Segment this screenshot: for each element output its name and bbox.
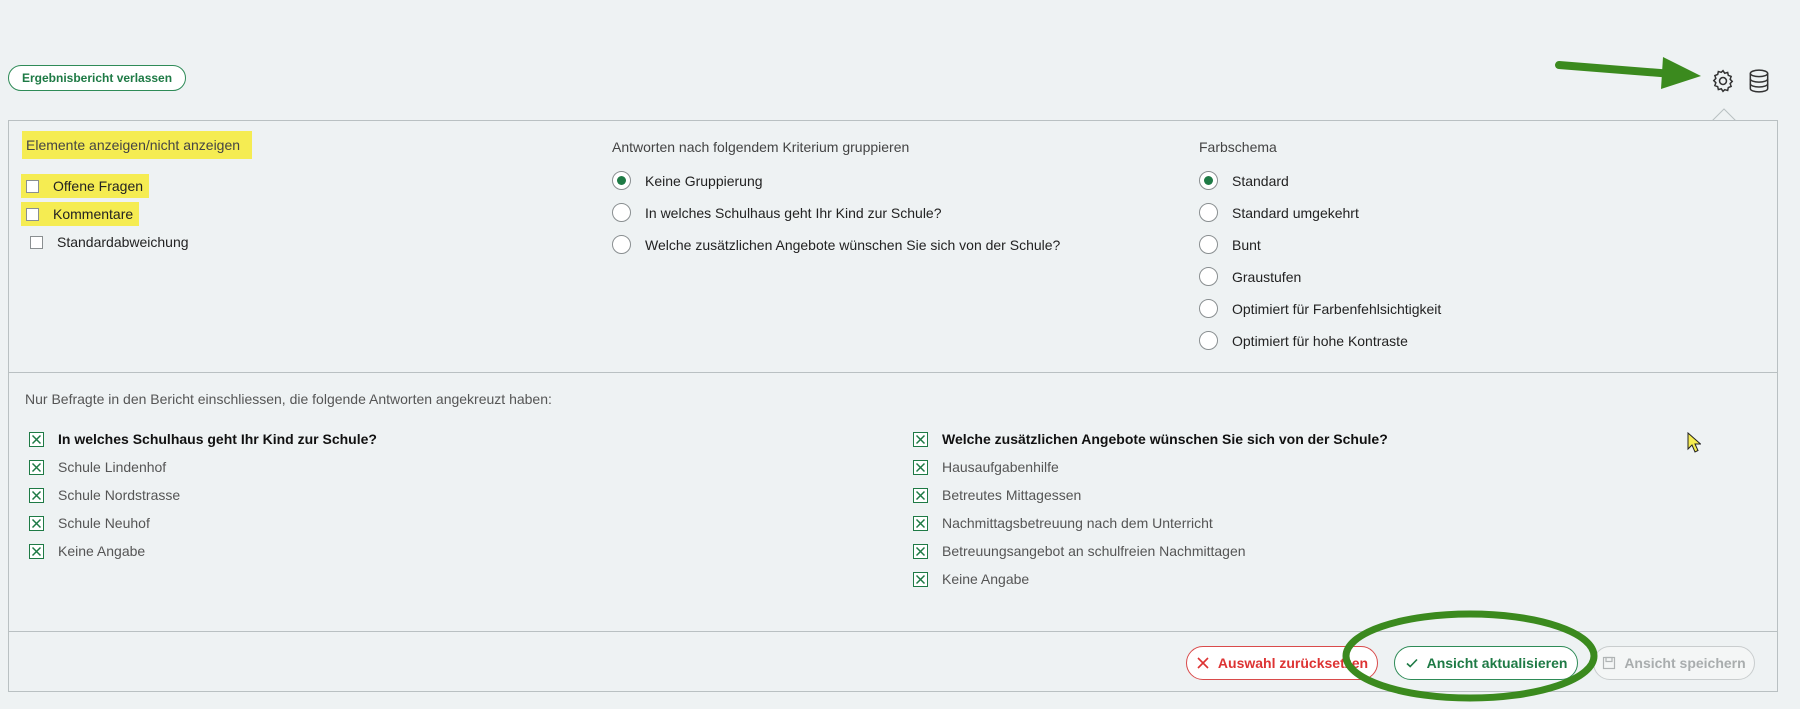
filter-answer-keine-angabe-2[interactable]: Keine Angabe <box>913 571 1029 587</box>
radio-standard[interactable]: Standard <box>1199 171 1289 190</box>
database-icon[interactable] <box>1746 68 1772 94</box>
checkbox-box[interactable] <box>30 235 43 249</box>
checkbox-kommentare[interactable]: Kommentare <box>21 202 140 226</box>
radio-button[interactable] <box>1199 331 1218 350</box>
checked-box-icon[interactable] <box>913 543 928 559</box>
radio-standard-umgekehrt[interactable]: Standard umgekehrt <box>1199 203 1359 222</box>
checkbox-box[interactable] <box>26 207 39 221</box>
radio-group-schulhaus[interactable]: In welches Schulhaus geht Ihr Kind zur S… <box>612 203 942 222</box>
radio-button[interactable] <box>1199 267 1218 286</box>
filter-answer-keine-angabe-1[interactable]: Keine Angabe <box>29 543 145 559</box>
colorscheme-title: Farbschema <box>1199 139 1277 155</box>
annotation-arrow <box>1555 57 1701 89</box>
radio-graustufen[interactable]: Graustufen <box>1199 267 1301 286</box>
checkbox-standardabweichung[interactable]: Standardabweichung <box>30 234 189 250</box>
radio-farbenfehlsichtigkeit[interactable]: Optimiert für Farbenfehlsichtigkeit <box>1199 299 1441 318</box>
radio-button[interactable] <box>1199 203 1218 222</box>
exit-report-button[interactable]: Ergebnisbericht verlassen <box>8 65 187 91</box>
elements-title: Elemente anzeigen/nicht anzeigen <box>22 131 253 159</box>
filter-question-angebote[interactable]: Welche zusätzlichen Angebote wünschen Si… <box>913 431 1388 447</box>
radio-button[interactable] <box>1199 299 1218 318</box>
checked-box-icon[interactable] <box>913 487 928 503</box>
save-view-button[interactable]: Ansicht speichern <box>1593 646 1755 680</box>
radio-hohe-kontraste[interactable]: Optimiert für hohe Kontraste <box>1199 331 1408 350</box>
radio-button[interactable] <box>612 203 631 222</box>
radio-button[interactable] <box>612 171 631 190</box>
filter-answer-hausaufgabenhilfe[interactable]: Hausaufgabenhilfe <box>913 459 1059 475</box>
radio-group-angebote[interactable]: Welche zusätzlichen Angebote wünschen Si… <box>612 235 1060 254</box>
close-icon <box>1197 657 1209 669</box>
respondent-filter-section: Nur Befragte in den Bericht einschliesse… <box>9 373 1777 632</box>
checked-box-icon[interactable] <box>29 543 44 559</box>
filter-answer-mittagessen[interactable]: Betreutes Mittagessen <box>913 487 1081 503</box>
filter-question-schulhaus[interactable]: In welches Schulhaus geht Ihr Kind zur S… <box>29 431 377 447</box>
checked-box-icon[interactable] <box>913 431 928 447</box>
view-settings-panel: Elemente anzeigen/nicht anzeigen Offene … <box>8 120 1778 692</box>
filter-answer-neuhof[interactable]: Schule Neuhof <box>29 515 150 531</box>
save-icon <box>1603 656 1616 670</box>
checkbox-offene-fragen[interactable]: Offene Fragen <box>21 174 150 198</box>
checked-box-icon[interactable] <box>913 571 928 587</box>
grouping-title: Antworten nach folgendem Kriterium grupp… <box>612 139 910 155</box>
checked-box-icon[interactable] <box>29 515 44 531</box>
annotation-ellipse <box>1342 610 1598 702</box>
filter-answer-lindenhof[interactable]: Schule Lindenhof <box>29 459 166 475</box>
radio-button[interactable] <box>1199 171 1218 190</box>
filter-title: Nur Befragte in den Bericht einschliesse… <box>25 391 552 407</box>
gear-icon[interactable] <box>1710 68 1736 94</box>
checked-box-icon[interactable] <box>913 515 928 531</box>
mouse-cursor-icon <box>1687 432 1701 453</box>
checked-box-icon[interactable] <box>29 431 44 447</box>
filter-answer-nachmittagsbetreuung[interactable]: Nachmittagsbetreuung nach dem Unterricht <box>913 515 1213 531</box>
radio-button[interactable] <box>1199 235 1218 254</box>
filter-answer-nordstrasse[interactable]: Schule Nordstrasse <box>29 487 180 503</box>
radio-button[interactable] <box>612 235 631 254</box>
checkbox-box[interactable] <box>26 179 39 193</box>
radio-keine-gruppierung[interactable]: Keine Gruppierung <box>612 171 763 190</box>
checked-box-icon[interactable] <box>29 487 44 503</box>
checked-box-icon[interactable] <box>29 459 44 475</box>
checked-box-icon[interactable] <box>913 459 928 475</box>
display-options-section: Elemente anzeigen/nicht anzeigen Offene … <box>9 121 1777 373</box>
radio-bunt[interactable]: Bunt <box>1199 235 1261 254</box>
filter-answer-schulfreie-nachmittage[interactable]: Betreuungsangebot an schulfreien Nachmit… <box>913 543 1246 559</box>
